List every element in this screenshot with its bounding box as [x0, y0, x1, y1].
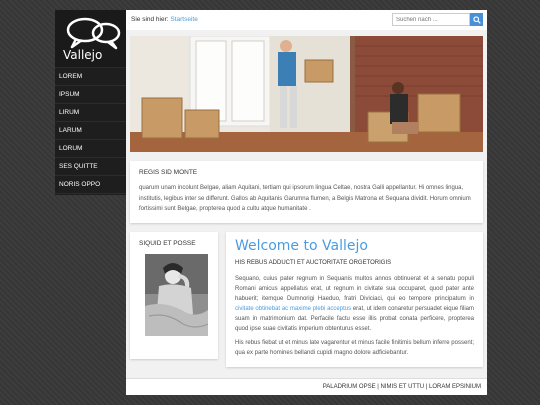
magnifier-icon — [472, 15, 481, 24]
moving-boxes-photo — [130, 36, 483, 152]
intro-text: quarum unam incolunt Belgae, aliam Aquit… — [139, 185, 471, 212]
top-bar: Sie sind hier: Startseite — [126, 10, 487, 30]
footer-link-paladrium[interactable]: PALADRIUM OPSE — [323, 384, 376, 390]
welcome-title: Welcome to Vallejo — [235, 238, 368, 254]
welcome-paragraph-1-text: Sequano, cuius pater regnum in Sequanis … — [235, 276, 474, 302]
footer-link-loram[interactable]: LORAM EPSINIUM — [429, 384, 481, 390]
footer: PALADRIUM OPSE | NIMIS ET UTTU | LORAM E… — [126, 378, 487, 395]
welcome-subtitle: HIS REBUS ADDUCTI ET AUCTORITATE ORGETOR… — [235, 260, 392, 266]
nav-item-noris-oppo[interactable]: NORIS OPPO — [55, 176, 126, 194]
inline-link[interactable]: civitate obtinebat ac maxime plebi accep… — [235, 306, 351, 312]
intro-title: REGIS SID MONTE — [139, 169, 198, 176]
footer-link-nimis[interactable]: NIMIS ET UTTU — [381, 384, 425, 390]
search-button[interactable] — [470, 13, 483, 26]
sidebar: Vallejo LOREM IPSUM LIRUM LARUM LORUM SE… — [55, 10, 126, 195]
main-content: Sie sind hier: Startseite Suchen nach ..… — [126, 10, 487, 395]
side-box: SIQUID ET POSSE — [130, 232, 218, 359]
portrait-photo — [145, 254, 208, 336]
hero-image — [130, 36, 483, 152]
search-input[interactable] — [392, 13, 470, 26]
welcome-panel: Welcome to Vallejo HIS REBUS ADDUCTI ET … — [226, 232, 483, 367]
nav-item-lorum[interactable]: LORUM — [55, 140, 126, 158]
welcome-paragraph-2: His rebus fiebat ut et minus late vagare… — [235, 340, 474, 356]
speech-bubbles-icon — [66, 17, 121, 50]
breadcrumb: Sie sind hier: Startseite — [131, 16, 198, 23]
nav-item-ses-quitte[interactable]: SES QUITTE — [55, 158, 126, 176]
nav-item-larum[interactable]: LARUM — [55, 122, 126, 140]
breadcrumb-link-home[interactable]: Startseite — [170, 16, 197, 23]
breadcrumb-label: Sie sind hier: — [131, 16, 169, 23]
nav-item-lorem[interactable]: LOREM — [55, 68, 126, 86]
side-box-title: SIQUID ET POSSE — [139, 240, 196, 247]
logo[interactable]: Vallejo — [55, 10, 126, 68]
welcome-paragraph-1: Sequano, cuius pater regnum in Sequanis … — [235, 274, 474, 334]
brand-name: Vallejo — [63, 48, 103, 62]
intro-panel: REGIS SID MONTE quarum unam incolunt Bel… — [130, 161, 483, 223]
nav-item-ipsum[interactable]: IPSUM — [55, 86, 126, 104]
main-nav: LOREM IPSUM LIRUM LARUM LORUM SES QUITTE… — [55, 68, 126, 194]
nav-item-lirum[interactable]: LIRUM — [55, 104, 126, 122]
